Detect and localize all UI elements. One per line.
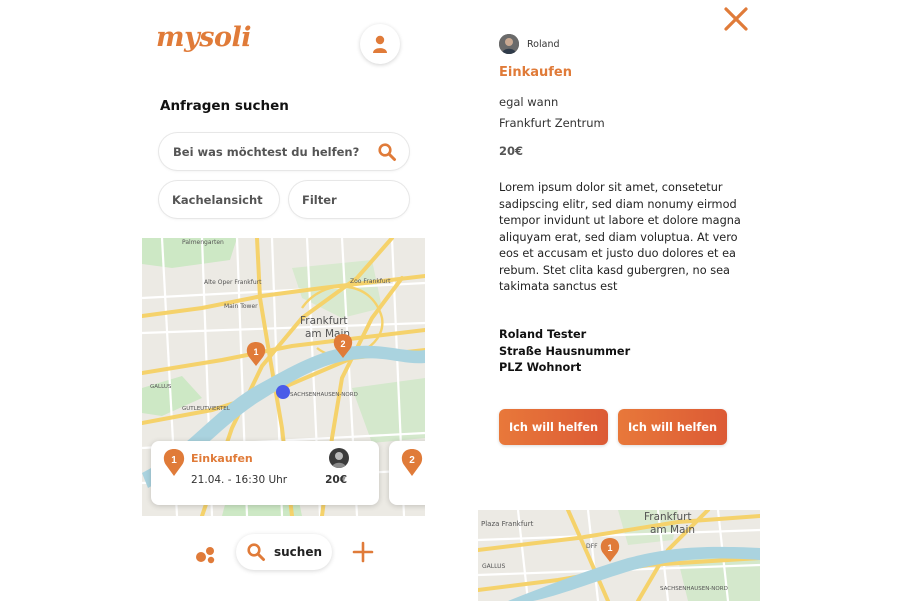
section-title: Anfragen suchen <box>160 98 289 114</box>
detail-map-pin-1[interactable]: 1 <box>600 538 620 562</box>
requester-avatar <box>329 448 349 468</box>
request-detail-screen: Roland Einkaufen egal wann Frankfurt Zen… <box>478 0 760 601</box>
result-price: 20€ <box>325 474 347 486</box>
person-icon <box>373 35 387 53</box>
search-icon <box>247 543 265 561</box>
svg-text:GALLUS: GALLUS <box>482 563 506 570</box>
search-input[interactable] <box>173 144 377 159</box>
result-date: 21.04. - 16:30 Uhr <box>191 474 288 486</box>
request-description: Lorem ipsum dolor sit amet, consetetur s… <box>499 181 741 293</box>
filter-button[interactable]: Filter <box>289 181 409 218</box>
author-avatar <box>499 34 519 54</box>
svg-text:SACHSENHAUSEN-NORD: SACHSENHAUSEN-NORD <box>290 392 358 398</box>
svg-text:am Main: am Main <box>650 524 695 536</box>
help-button-1[interactable]: Ich will helfen <box>499 409 608 445</box>
address-name: Roland Tester <box>499 328 587 341</box>
help-button-2[interactable]: Ich will helfen <box>618 409 727 445</box>
search-icon[interactable] <box>377 142 397 162</box>
result-card-2[interactable]: 2 <box>389 441 425 505</box>
result-pin-1: 1 <box>163 449 185 476</box>
nav-search-button[interactable]: suchen <box>236 534 332 570</box>
add-icon[interactable] <box>351 540 375 564</box>
my-location-marker <box>276 385 290 399</box>
svg-text:Zoo Frankfurt: Zoo Frankfurt <box>350 278 391 285</box>
svg-text:Alte Oper Frankfurt: Alte Oper Frankfurt <box>204 279 262 286</box>
address-street: Straße Hausnummer <box>499 344 631 358</box>
request-price: 20€ <box>499 144 524 158</box>
bottom-navigation: suchen <box>142 528 425 578</box>
author-row[interactable]: Roland <box>499 34 560 54</box>
svg-text:2: 2 <box>409 455 415 466</box>
close-icon[interactable] <box>723 6 749 32</box>
community-icon[interactable] <box>194 542 218 566</box>
svg-text:Main Tower: Main Tower <box>224 303 258 310</box>
result-pin-2: 2 <box>401 449 423 476</box>
map-view[interactable]: Palmengarten Alte Oper Frankfurt Main To… <box>142 238 425 516</box>
svg-text:1: 1 <box>171 455 177 466</box>
detail-map[interactable]: Plaza Frankfurt Frankfurt am Main GALLUS… <box>478 510 760 601</box>
profile-button[interactable] <box>360 24 400 64</box>
svg-text:GUTLEUTVIERTEL: GUTLEUTVIERTEL <box>182 406 231 412</box>
search-screen: mysoli Anfragen suchen Kachelansicht Fil… <box>142 0 425 601</box>
result-title: Einkaufen <box>191 452 253 465</box>
address-city: PLZ Wohnort <box>499 361 582 374</box>
svg-text:Frankfurt: Frankfurt <box>644 511 692 523</box>
request-title: Einkaufen <box>499 65 572 80</box>
request-time: egal wann <box>499 95 559 109</box>
svg-text:Plaza Frankfurt: Plaza Frankfurt <box>481 520 534 528</box>
svg-text:DFF: DFF <box>586 543 598 550</box>
svg-text:Palmengarten: Palmengarten <box>182 239 224 246</box>
svg-text:2: 2 <box>340 339 345 349</box>
nav-search-label: suchen <box>274 545 323 559</box>
svg-text:1: 1 <box>607 543 612 553</box>
tile-view-button[interactable]: Kachelansicht <box>159 181 279 218</box>
requester-address: Roland Tester Straße Hausnummer PLZ Wohn… <box>499 327 630 377</box>
request-location: Frankfurt Zentrum <box>499 116 605 130</box>
detail-map-canvas: Plaza Frankfurt Frankfurt am Main GALLUS… <box>478 510 760 601</box>
svg-text:GALLUS: GALLUS <box>150 384 172 390</box>
svg-text:Frankfurt: Frankfurt <box>300 315 348 327</box>
svg-text:SACHSENHAUSEN-NORD: SACHSENHAUSEN-NORD <box>660 586 728 592</box>
result-card-1[interactable]: 1 Einkaufen 21.04. - 16:30 Uhr 20€ <box>151 441 379 505</box>
author-name: Roland <box>527 38 560 50</box>
app-logo: mysoli <box>156 22 251 53</box>
search-field[interactable] <box>159 133 409 170</box>
svg-text:1: 1 <box>253 347 258 357</box>
